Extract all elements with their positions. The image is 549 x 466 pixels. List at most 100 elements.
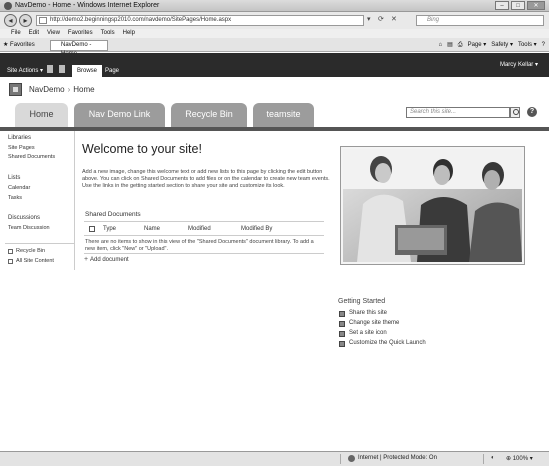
window-title-bar: NavDemo - Home - Windows Internet Explor…: [0, 0, 549, 12]
gs-site-icon-label: Set a site icon: [349, 330, 387, 336]
column-modified-by[interactable]: Modified By: [241, 226, 272, 232]
close-button[interactable]: ✕: [527, 1, 545, 10]
ql-separator: [5, 243, 75, 244]
quick-launch: Libraries Site Pages Shared Documents Li…: [5, 131, 75, 270]
favorites-button[interactable]: ★ Favorites: [3, 40, 35, 50]
site-logo-icon[interactable]: [9, 83, 22, 96]
home-icon[interactable]: ⌂: [438, 40, 442, 50]
ql-item-calendar[interactable]: Calendar: [8, 185, 30, 191]
forward-button[interactable]: ▸: [19, 14, 32, 27]
feeds-icon[interactable]: ▤: [447, 40, 453, 50]
ql-item-shared-documents[interactable]: Shared Documents: [8, 154, 55, 160]
zoom-level[interactable]: ⊕ 100% ▾: [506, 455, 533, 462]
divider: [84, 253, 324, 254]
window-title: NavDemo - Home - Windows Internet Explor…: [15, 2, 160, 9]
tab-recycle-bin[interactable]: Recycle Bin: [171, 103, 247, 127]
site-search-input[interactable]: Search this site...: [406, 107, 510, 118]
minimize-button[interactable]: –: [495, 1, 509, 10]
help-icon[interactable]: ?: [527, 107, 537, 117]
gs-change-theme-label: Change site theme: [349, 320, 400, 326]
shared-documents-title[interactable]: Shared Documents: [85, 211, 141, 218]
ql-item-all-site-content[interactable]: All Site Content: [16, 258, 54, 264]
ql-heading-discussions[interactable]: Discussions: [8, 215, 40, 221]
safety-menu[interactable]: Safety ▾: [491, 40, 513, 50]
refresh-icon[interactable]: ⟳: [378, 15, 384, 26]
column-modified[interactable]: Modified: [188, 226, 211, 232]
image-icon: [339, 331, 345, 337]
favorites-label: Favorites: [10, 42, 35, 48]
breadcrumb-page: Home: [73, 85, 95, 94]
menu-view[interactable]: View: [47, 29, 60, 38]
site-search-placeholder: Search this site...: [410, 109, 457, 115]
quick-launch-icon: [339, 341, 345, 347]
welcome-heading: Welcome to your site!: [82, 142, 202, 156]
status-bar: Internet | Protected Mode: On ◐ ⊕ 100% ▾: [0, 451, 549, 466]
ribbon-tab-page[interactable]: Page: [100, 65, 124, 77]
menu-favorites[interactable]: Favorites: [68, 29, 93, 38]
divider: [84, 235, 324, 236]
site-actions-menu[interactable]: Site Actions ▾: [7, 67, 43, 74]
page-icon: [39, 17, 47, 24]
column-name[interactable]: Name: [144, 226, 160, 232]
ie-icon: [4, 2, 12, 10]
zoom-value: 100%: [512, 456, 529, 462]
tab-home[interactable]: Home: [15, 103, 68, 127]
page-menu[interactable]: Page ▾: [468, 40, 487, 50]
stop-icon[interactable]: ✕: [391, 15, 397, 26]
empty-list-message: There are no items to show in this view …: [85, 239, 314, 252]
browser-search-input[interactable]: Bing: [416, 15, 544, 26]
ql-item-site-pages[interactable]: Site Pages: [8, 145, 35, 151]
address-bar[interactable]: http://demo2.beginningsp2010.com/navdemo…: [36, 15, 364, 26]
add-document-link[interactable]: Add document: [84, 256, 129, 263]
theme-icon: [339, 321, 345, 327]
user-menu[interactable]: Marcy Kellar ▾: [500, 61, 538, 68]
search-icon[interactable]: [510, 107, 520, 118]
menu-bar: File Edit View Favorites Tools Help: [0, 29, 549, 38]
ql-heading-libraries[interactable]: Libraries: [8, 135, 31, 141]
favorites-bar: ★ Favorites NavDemo - Home ⌂ ▤ ⎙ Page ▾ …: [0, 38, 549, 57]
ribbon-tab-browse[interactable]: Browse: [72, 65, 103, 77]
tools-menu[interactable]: Tools ▾: [518, 40, 537, 50]
ql-heading-lists[interactable]: Lists: [8, 175, 20, 181]
menu-help[interactable]: Help: [123, 29, 135, 38]
share-icon: [339, 311, 345, 317]
select-all-checkbox[interactable]: [89, 226, 95, 232]
breadcrumb-site[interactable]: NavDemo: [29, 85, 65, 94]
address-toolbar: ◂ ▸ http://demo2.beginningsp2010.com/nav…: [0, 12, 549, 29]
maximize-button[interactable]: □: [511, 1, 525, 10]
browser-tab[interactable]: NavDemo - Home: [50, 40, 108, 57]
nav-divider: [0, 127, 549, 131]
welcome-body: Add a new image, change this welcome tex…: [82, 169, 330, 189]
menu-edit[interactable]: Edit: [29, 29, 39, 38]
ql-item-tasks[interactable]: Tasks: [8, 195, 22, 201]
welcome-image: [340, 146, 525, 265]
protected-mode-icon[interactable]: ◐: [491, 455, 495, 461]
gs-quick-launch-label: Customize the Quick Launch: [349, 340, 426, 346]
ql-item-team-discussion[interactable]: Team Discussion: [8, 225, 50, 231]
help-icon[interactable]: ?: [542, 40, 545, 50]
status-divider: [483, 454, 484, 464]
column-type[interactable]: Type: [103, 226, 116, 232]
status-divider: [340, 454, 341, 464]
recycle-bin-icon: [8, 249, 13, 254]
address-text: http://demo2.beginningsp2010.com/navdemo…: [50, 17, 232, 23]
divider: [84, 221, 324, 222]
getting-started-title: Getting Started: [338, 298, 386, 305]
gs-share-site-label: Share this site: [349, 310, 388, 316]
security-zone: Internet | Protected Mode: On: [348, 455, 437, 462]
browser-search-placeholder: Bing: [427, 17, 440, 23]
sharepoint-ribbon: Site Actions ▾ Browse Page Marcy Kellar …: [0, 53, 549, 77]
menu-file[interactable]: File: [11, 29, 21, 38]
all-content-icon: [8, 259, 13, 264]
ql-item-recycle-bin[interactable]: Recycle Bin: [16, 248, 45, 254]
tab-teamsite[interactable]: teamsite: [253, 103, 314, 127]
back-button[interactable]: ◂: [4, 14, 17, 27]
tab-nav-demo-link[interactable]: Nav Demo Link: [74, 103, 165, 127]
print-icon[interactable]: ⎙: [458, 40, 463, 50]
menu-tools[interactable]: Tools: [101, 29, 115, 38]
navigate-up-icon[interactable]: [47, 65, 53, 73]
breadcrumb: NavDemo › Home: [29, 85, 95, 94]
address-dropdown-icon[interactable]: ▾: [367, 15, 371, 26]
edit-page-icon[interactable]: [59, 65, 65, 73]
document-list-header: Type Name Modified Modified By: [84, 224, 324, 234]
